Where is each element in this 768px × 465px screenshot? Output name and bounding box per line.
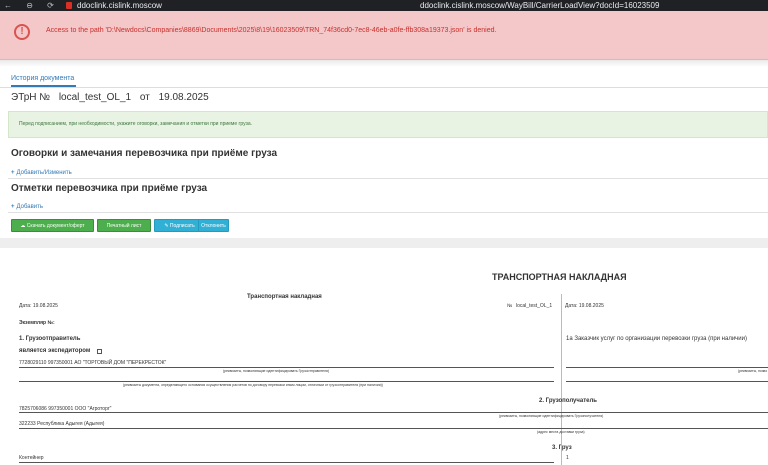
remarks-heading: Оговорки и замечания перевозчика при при… bbox=[11, 148, 278, 159]
waybill-subtitle: Транспортная накладная bbox=[247, 294, 322, 300]
tab-divider bbox=[0, 87, 768, 88]
field-line bbox=[19, 367, 554, 368]
column-divider bbox=[561, 294, 562, 444]
receiver-title: 2. Грузополучатель bbox=[539, 398, 597, 404]
copy-label: Экземпляр №: bbox=[19, 320, 55, 326]
marks-add-link[interactable]: + Добавить bbox=[11, 204, 43, 210]
browser-nav-icons[interactable]: ← ⊖ ⟳ bbox=[4, 0, 60, 11]
hint-receiver: (реквизиты, позволяющие идентифицировать… bbox=[499, 414, 604, 418]
waybill-big-title: ТРАНСПОРТНАЯ НАКЛАДНАЯ bbox=[492, 272, 627, 282]
field-line bbox=[566, 367, 768, 368]
forwarder-label: является экспедитором bbox=[19, 348, 91, 354]
column-divider bbox=[561, 444, 562, 465]
info-text: Перед подписанием, при необходимости, ук… bbox=[19, 121, 253, 127]
header-shadow bbox=[0, 60, 768, 67]
cargo-number: 1 bbox=[566, 455, 569, 461]
remarks-edit-label: Добавить/Изменить bbox=[16, 170, 72, 176]
number-value: local_test_OL_1 bbox=[516, 303, 553, 309]
remarks-edit-link[interactable]: + Добавить/Изменить bbox=[11, 170, 72, 176]
doc-date: 19.08.2025 bbox=[158, 92, 209, 103]
hint-address: (адрес места доставки груза) bbox=[537, 430, 585, 434]
print-sheet-button[interactable]: Печатный лист bbox=[97, 219, 151, 232]
address-value: 322233 Республика Адыгея (Адыгея) bbox=[19, 421, 105, 427]
doc-number: local_test_OL_1 bbox=[58, 92, 132, 103]
plus-icon: + bbox=[11, 204, 15, 210]
container-label: Контейнер bbox=[19, 455, 44, 461]
customer-title: 1а Заказчик услуг по организации перевоз… bbox=[566, 336, 748, 342]
doc-from: от bbox=[139, 92, 150, 103]
content-separator bbox=[0, 238, 768, 248]
forwarder-checkbox[interactable] bbox=[97, 349, 102, 354]
error-message: Access to the path 'D:\Newdocs\Companies… bbox=[46, 27, 497, 34]
browser-toolbar: ← ⊖ ⟳ ddoclink.cislink.moscow ddoclink.c… bbox=[0, 0, 768, 11]
sender-title: 1. Грузоотправитель bbox=[19, 336, 81, 342]
waybill-document: ТРАНСПОРТНАЯ НАКЛАДНАЯ Транспортная накл… bbox=[11, 248, 768, 465]
field-line bbox=[19, 462, 554, 463]
hint-sender: (реквизиты, позволяющие идентифицировать… bbox=[223, 369, 330, 373]
field-line bbox=[19, 412, 768, 413]
doc-type: ЭТрН № bbox=[11, 92, 51, 103]
field-line bbox=[19, 381, 554, 382]
info-notice: Перед подписанием, при необходимости, ук… bbox=[8, 111, 768, 138]
lock-icon bbox=[66, 2, 72, 9]
page-url: ddoclink.cislink.moscow/WayBill/CarrierL… bbox=[420, 1, 660, 10]
date-right: Дата: 19.08.2025 bbox=[565, 303, 604, 309]
date-left: Дата: 19.08.2025 bbox=[19, 303, 58, 309]
refuse-button[interactable]: Отклонить bbox=[198, 219, 229, 232]
number-label: № bbox=[507, 303, 513, 309]
sender-value: 7728029110 997350001 АО "ТОРГОВЫЙ ДОМ "П… bbox=[19, 360, 167, 366]
download-button[interactable]: ☁ Скачать документ/оферт bbox=[11, 219, 94, 232]
error-alert: ! Access to the path 'D:\Newdocs\Compani… bbox=[0, 11, 768, 60]
divider bbox=[8, 212, 768, 213]
divider bbox=[8, 178, 768, 179]
field-line bbox=[19, 428, 768, 429]
plus-icon: + bbox=[11, 170, 15, 176]
error-icon: ! bbox=[14, 24, 30, 40]
tab-document-history[interactable]: История документа bbox=[11, 75, 74, 82]
hint-document: (реквизиты документа, определяющего осно… bbox=[123, 383, 383, 387]
address-bar[interactable]: ddoclink.cislink.moscow bbox=[77, 0, 162, 11]
field-line bbox=[566, 381, 768, 382]
page-title: ЭТрН № local_test_OL_1 от 19.08.2025 bbox=[11, 92, 215, 103]
marks-heading: Отметки перевозчика при приёме груза bbox=[11, 183, 208, 194]
marks-add-label: Добавить bbox=[16, 204, 44, 210]
hint-customer: (реквизиты, позво bbox=[738, 369, 768, 373]
